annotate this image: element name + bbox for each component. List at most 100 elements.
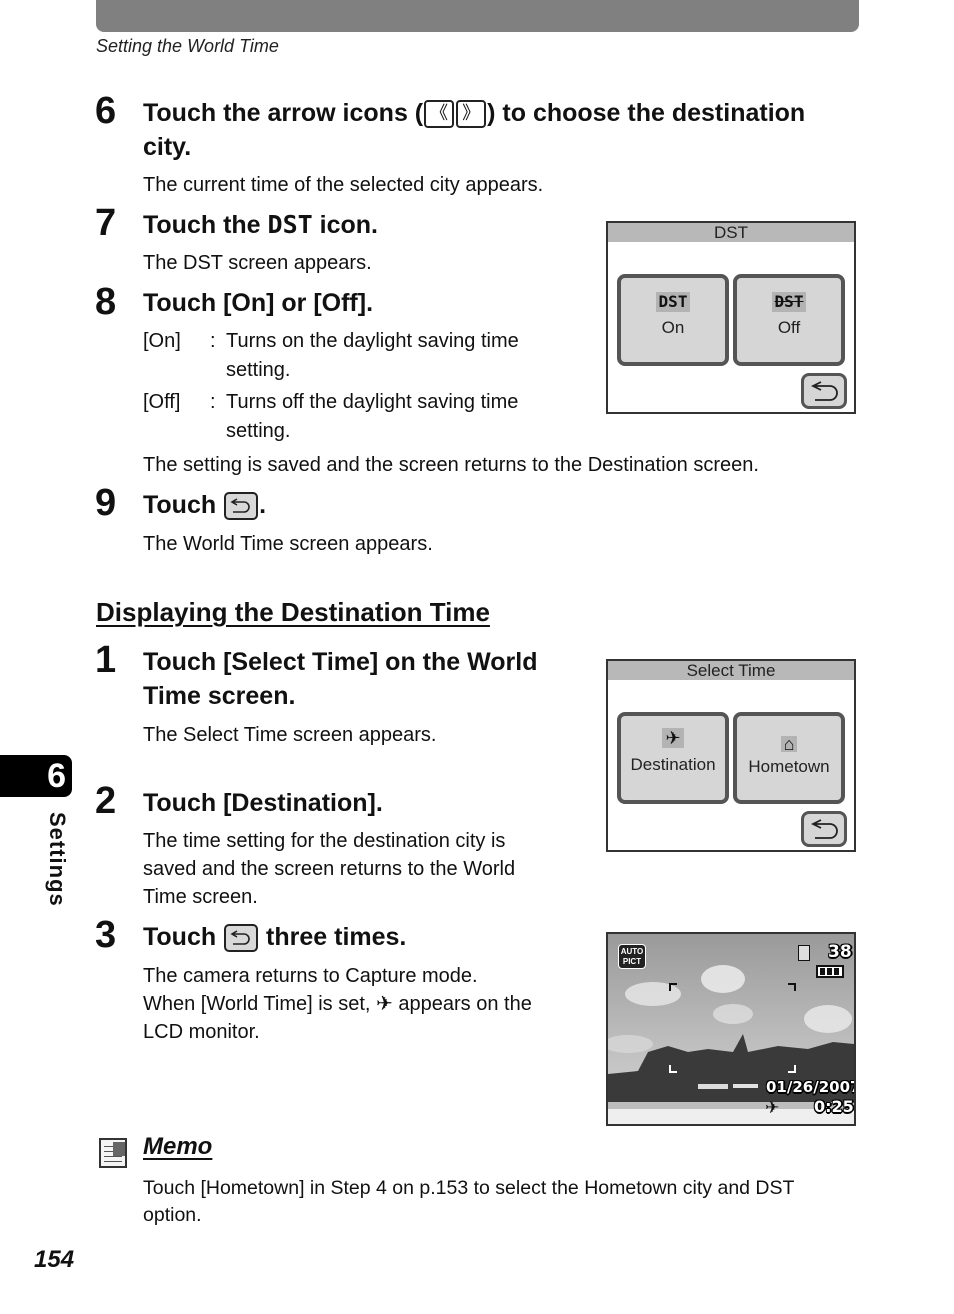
definition-line: Turns on the daylight saving time	[226, 330, 519, 352]
step-title: Touch [Destination].	[143, 789, 383, 817]
airplane-icon: ✈	[765, 1098, 780, 1118]
memo-line: Touch [Hometown] in Step 4 on p.153 to s…	[143, 1177, 795, 1199]
step-description: The time setting for the destination cit…	[143, 827, 515, 911]
step-title-text: three times.	[266, 923, 407, 951]
button-label: Off	[777, 318, 801, 337]
return-icon	[224, 492, 259, 521]
step-title-text: ) to choose the destination	[487, 99, 806, 127]
focus-frame-corner	[669, 1065, 677, 1073]
step-number: 3	[95, 914, 117, 956]
section-caption: Setting the World Time	[96, 36, 279, 56]
description-line: appears on the	[398, 993, 532, 1015]
step-title-text: icon.	[319, 211, 378, 239]
step-title-text: Touch the	[143, 211, 261, 239]
chapter-label: Settings	[40, 812, 70, 922]
page-number: 154	[34, 1246, 75, 1273]
step-number: 9	[95, 482, 117, 524]
shots-remaining: 38	[828, 942, 852, 962]
step-title: Touch .	[143, 488, 266, 522]
memo-icon	[99, 1138, 127, 1168]
step-description: The DST screen appears.	[143, 252, 372, 274]
memo-line: option.	[143, 1204, 202, 1226]
description-line: saved and the screen returns to the Worl…	[143, 858, 516, 880]
memo-title: Memo	[143, 1133, 213, 1160]
definition-separator: :	[210, 391, 216, 413]
auto-picture-mode-badge: AUTO PICT	[618, 944, 646, 969]
memory-card-icon	[798, 945, 810, 961]
mode-badge-text: AUTO	[620, 947, 644, 956]
airplane-icon: ✈	[662, 728, 684, 748]
description-line: When [World Time] is set,	[143, 993, 371, 1015]
button-label: Hometown	[748, 757, 830, 776]
step-number: 7	[95, 202, 117, 244]
battery-icon	[816, 965, 844, 978]
definition-line: Turns off the daylight saving time	[226, 391, 519, 413]
step-title: Touch [Select Time] on the World Time sc…	[143, 645, 537, 713]
step-description: The setting is saved and the screen retu…	[143, 454, 759, 476]
button-label: Destination	[630, 755, 716, 774]
dst-icon: DST	[267, 210, 313, 239]
step-number: 1	[95, 639, 117, 681]
step-number: 6	[95, 90, 117, 132]
description-line: The time setting for the destination cit…	[143, 830, 506, 852]
focus-frame-corner	[788, 1065, 796, 1073]
description-line: LCD monitor.	[143, 1021, 260, 1043]
step-title: Touch the arrow icons (《》) to choose the…	[143, 96, 863, 164]
chapter-tab: 6	[0, 755, 72, 797]
dst-off-button[interactable]: DST Off	[733, 274, 845, 366]
step-description: The current time of the selected city ap…	[143, 174, 544, 196]
dst-on-button[interactable]: DST On	[617, 274, 729, 366]
dst-off-icon: DST	[771, 292, 807, 312]
memo-text: Touch [Hometown] in Step 4 on p.153 to s…	[143, 1175, 794, 1229]
mode-badge-text: PICT	[622, 957, 642, 966]
step-title-text: Touch the arrow icons (	[143, 99, 424, 127]
description-line: Time screen.	[143, 886, 258, 908]
date-display: 01/26/2007	[766, 1078, 856, 1096]
capture-mode-screen: AUTO PICT 38 01/26/2007 ✈ 0:25	[606, 932, 856, 1126]
select-time-screen: Select Time ✈ Destination ⌂ Hometown	[606, 659, 856, 852]
focus-frame-corner	[669, 983, 677, 991]
step-title-text: .	[259, 491, 267, 519]
back-button[interactable]	[801, 811, 847, 847]
return-icon	[224, 924, 259, 953]
header-bar	[96, 0, 859, 32]
screen-title: Select Time	[608, 661, 854, 680]
definition-term: [On]	[143, 330, 181, 352]
step-number: 8	[95, 281, 117, 323]
return-icon	[810, 381, 838, 401]
step-number: 2	[95, 780, 117, 822]
home-icon: ⌂	[780, 735, 798, 753]
step-title-text: Touch	[143, 491, 217, 519]
step-title-text: Time screen.	[143, 682, 296, 710]
step-title: Touch [On] or [Off].	[143, 289, 374, 317]
step-description: The camera returns to Capture mode. When…	[143, 962, 532, 1046]
description-line: The camera returns to Capture mode.	[143, 965, 478, 987]
section-heading: Displaying the Destination Time	[96, 597, 490, 627]
destination-button[interactable]: ✈ Destination	[617, 712, 729, 804]
definition-text: Turns off the daylight saving time setti…	[226, 388, 518, 446]
focus-frame-corner	[788, 983, 796, 991]
back-button[interactable]	[801, 373, 847, 409]
definition-term: [Off]	[143, 391, 181, 413]
step-description: The Select Time screen appears.	[143, 724, 437, 746]
definition-separator: :	[210, 330, 216, 352]
airplane-icon: ✈	[376, 993, 393, 1015]
chevron-left-double-icon: 《	[424, 100, 455, 129]
definition-line: setting.	[226, 420, 291, 442]
dst-on-icon: DST	[655, 292, 691, 312]
step-title-text: Touch	[143, 923, 217, 951]
screen-title: DST	[608, 223, 854, 242]
step-title-text: Touch [Select Time] on the World	[143, 648, 538, 676]
step-title: Touch the DST icon.	[143, 208, 378, 242]
definition-line: setting.	[226, 359, 291, 381]
definition-text: Turns on the daylight saving time settin…	[226, 327, 519, 385]
chevron-right-double-icon: 》	[456, 100, 487, 129]
button-label: On	[661, 318, 685, 337]
time-display: 0:25	[814, 1097, 854, 1116]
step-title: Touch three times.	[143, 920, 406, 954]
step-title-text: city.	[143, 133, 192, 161]
return-icon	[810, 819, 838, 839]
chapter-label-text: Settings	[45, 812, 70, 907]
hometown-button[interactable]: ⌂ Hometown	[733, 712, 845, 804]
step-description: The World Time screen appears.	[143, 533, 433, 555]
